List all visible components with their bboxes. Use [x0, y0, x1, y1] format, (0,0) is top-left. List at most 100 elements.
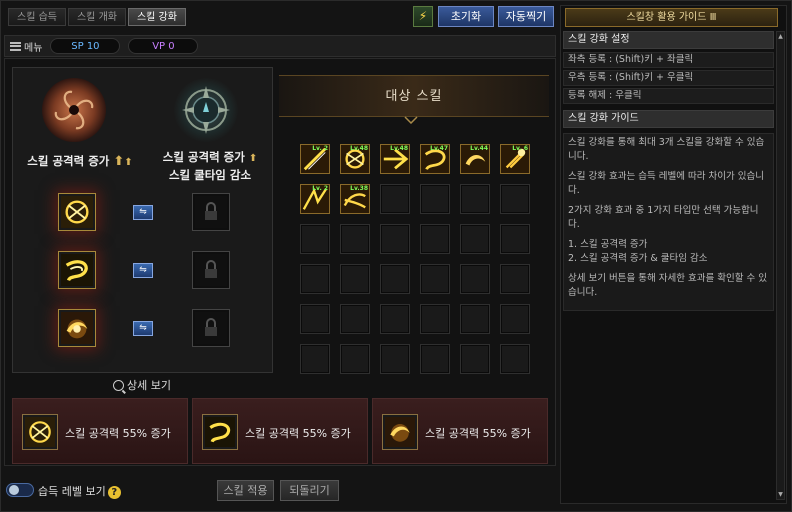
left-slot-1[interactable] [59, 194, 95, 230]
empty-skill-slot[interactable] [500, 224, 530, 254]
empty-skill-slot[interactable] [380, 184, 410, 214]
target-skill-slot[interactable]: Lv.48 [340, 144, 370, 174]
empty-skill-slot[interactable] [300, 344, 330, 374]
guide-row: 좌측 등록 : (Shift)키 + 좌클릭 [563, 52, 774, 68]
empty-skill-slot[interactable] [300, 264, 330, 294]
menu-label[interactable]: 메뉴 [24, 39, 42, 54]
empty-skill-slot[interactable] [460, 224, 490, 254]
detail-view-button[interactable]: 상세 보기 [113, 377, 171, 393]
sp-counter: SP 10 [50, 38, 121, 54]
lock-icon [205, 260, 217, 278]
target-skill-slot[interactable]: Lv.38 [340, 184, 370, 214]
revert-button[interactable]: 되돌리기 [280, 480, 339, 501]
option-attack-label: 스킬 공격력 증가 ⬆⬆ [27, 154, 133, 169]
guide-paragraph: 상세 보기 버튼을 통해 자세한 효과를 확인할 수 있습니다. [568, 273, 767, 298]
detail-view-label: 상세 보기 [127, 379, 171, 392]
target-skill-slot[interactable]: Lv. 2 [300, 184, 330, 214]
empty-skill-slot[interactable] [500, 344, 530, 374]
vp-counter: VP 0 [128, 38, 199, 54]
empty-skill-slot[interactable] [340, 224, 370, 254]
menu-icon[interactable] [10, 41, 21, 51]
reset-button[interactable]: 초기화 [438, 6, 494, 27]
empty-skill-slot[interactable] [500, 304, 530, 334]
auto-assign-button[interactable]: 자동찍기 [498, 6, 554, 27]
apply-skill-button[interactable]: 스킬 적용 [217, 480, 274, 501]
empty-skill-slot[interactable] [500, 184, 530, 214]
learn-level-toggle[interactable] [6, 483, 34, 497]
target-skill-slot[interactable]: Lv.48 [380, 144, 410, 174]
tab-skill-enhance[interactable]: 스킬 강화 [127, 8, 186, 26]
right-slot-1[interactable] [193, 194, 229, 230]
guide-paragraph: 2. 스킬 공격력 증가 & 쿨타임 감소 [568, 253, 708, 264]
guide-paragraph: 스킬 강화를 통해 최대 3개 스킬을 강화할 수 있습니다. [568, 137, 765, 162]
empty-skill-slot[interactable] [420, 184, 450, 214]
guide-row: 우측 등록 : (Shift)키 + 우클릭 [563, 70, 774, 86]
cooldown-emblem-icon [174, 78, 238, 142]
option-attack-cooldown-label: 스킬 공격력 증가 ⬆ 스킬 쿨타임 감소 [162, 150, 258, 182]
empty-skill-slot[interactable] [420, 224, 450, 254]
scroll-up-icon[interactable]: ▲ [777, 32, 784, 41]
swap-button-1[interactable]: ⇋ [133, 205, 153, 220]
skill-level-badge: Lv.48 [390, 145, 408, 152]
effect-card-3: 스킬 공격력 55% 증가 [372, 398, 548, 464]
empty-skill-slot[interactable] [460, 264, 490, 294]
guide-paragraph: 1. 스킬 공격력 증가 [568, 239, 648, 250]
empty-skill-slot[interactable] [380, 264, 410, 294]
effect-card-2: 스킬 공격력 55% 증가 [192, 398, 368, 464]
empty-skill-slot[interactable] [460, 304, 490, 334]
skill-icon [61, 312, 93, 344]
effect-text: 스킬 공격력 55% 증가 [65, 427, 171, 440]
skill-level-badge: Lv. 2 [312, 185, 328, 192]
guide-title: 스킬창 활용 가이드 Ⅲ [565, 8, 778, 27]
empty-skill-slot[interactable] [500, 264, 530, 294]
target-skill-slot[interactable]: Lv.47 [420, 144, 450, 174]
empty-skill-slot[interactable] [460, 344, 490, 374]
guide-paragraph: 2가지 강화 효과 중 1가지 타입만 선택 가능합니다. [568, 205, 759, 230]
empty-skill-slot[interactable] [380, 304, 410, 334]
skill-icon [61, 254, 93, 286]
guide-section-guide: 스킬 강화 가이드 [563, 110, 774, 128]
left-slot-2[interactable] [59, 252, 95, 288]
guide-section-setting: 스킬 강화 설정 [563, 31, 774, 49]
guide-body: 스킬 강화를 통해 최대 3개 스킬을 강화할 수 있습니다. 스킬 강화 효과… [563, 133, 774, 311]
empty-skill-slot[interactable] [420, 344, 450, 374]
effect-text: 스킬 공격력 55% 증가 [245, 427, 351, 440]
skill-level-badge: Lv.44 [470, 145, 488, 152]
target-skill-slot[interactable]: Lv. 6 [500, 144, 530, 174]
right-slot-3[interactable] [193, 310, 229, 346]
left-slot-3[interactable] [59, 310, 95, 346]
header-ornament-icon [404, 114, 418, 125]
empty-skill-slot[interactable] [300, 224, 330, 254]
tab-skill-bloom[interactable]: 스킬 개화 [67, 8, 126, 26]
skill-level-badge: Lv.38 [350, 185, 368, 192]
skill-icon [23, 415, 57, 449]
target-skills-header: 대상 스킬 [279, 75, 549, 117]
skill-level-badge: Lv.48 [350, 145, 368, 152]
tab-skill-learn[interactable]: 스킬 습득 [8, 8, 66, 26]
auto-skill-icon[interactable]: ⚡ [413, 6, 433, 27]
empty-skill-slot[interactable] [380, 224, 410, 254]
target-skill-slot[interactable]: Lv. 2 [300, 144, 330, 174]
lock-icon [205, 202, 217, 220]
effect-text: 스킬 공격력 55% 증가 [425, 427, 531, 440]
empty-skill-slot[interactable] [340, 344, 370, 374]
empty-skill-slot[interactable] [420, 304, 450, 334]
empty-skill-slot[interactable] [340, 264, 370, 294]
skill-icon [61, 196, 93, 228]
menu-bar: 메뉴 SP 10 VP 0 [4, 35, 556, 57]
skill-icon [383, 415, 417, 449]
guide-row: 등록 해제 : 우클릭 [563, 88, 774, 104]
help-icon[interactable]: ? [107, 486, 121, 499]
empty-skill-slot[interactable] [340, 304, 370, 334]
right-slot-2[interactable] [193, 252, 229, 288]
empty-skill-slot[interactable] [380, 344, 410, 374]
swap-button-2[interactable]: ⇋ [133, 263, 153, 278]
empty-skill-slot[interactable] [460, 184, 490, 214]
swap-button-3[interactable]: ⇋ [133, 321, 153, 336]
guide-scrollbar[interactable]: ▲ ▼ [776, 31, 785, 500]
target-skill-slot[interactable]: Lv.44 [460, 144, 490, 174]
empty-skill-slot[interactable] [420, 264, 450, 294]
scroll-down-icon[interactable]: ▼ [777, 490, 784, 499]
magnifier-icon [113, 379, 124, 391]
empty-skill-slot[interactable] [300, 304, 330, 334]
